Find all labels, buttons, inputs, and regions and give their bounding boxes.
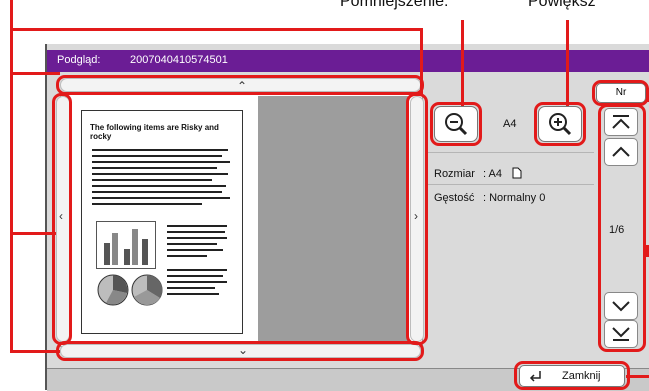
callout-label-zoom-in: Powiększ xyxy=(528,0,596,10)
callout-box-zoom-in xyxy=(534,102,586,146)
file-name: 2007040410574501 xyxy=(130,54,228,66)
callout-line-left-vertical xyxy=(10,0,13,352)
title-label: Podgląd: xyxy=(57,54,101,66)
info-separator-top xyxy=(428,152,594,153)
callout-box-close xyxy=(514,361,630,390)
callout-box-scroll-right xyxy=(406,93,428,345)
callout-box-nr xyxy=(592,80,649,106)
callout-line-left-bottom xyxy=(10,350,60,353)
callout-line-zoom-in xyxy=(566,20,569,106)
page-icon xyxy=(512,167,522,179)
document-page: The following items are Risky and rocky xyxy=(81,110,243,334)
callout-box-scroll-up xyxy=(56,75,424,95)
callout-label-zoom-out: Pomniejszenie: xyxy=(340,0,449,10)
callout-line-left-scroll xyxy=(10,232,56,235)
pie-chart-figure-1 xyxy=(97,274,129,306)
callout-box-scroll-left xyxy=(52,93,72,345)
callout-line-left-top xyxy=(10,28,422,31)
pie-chart-figure-2 xyxy=(131,274,163,306)
info-separator-mid xyxy=(428,184,594,185)
callout-box-nav xyxy=(598,104,646,352)
size-label: Rozmiar xyxy=(434,168,475,180)
callout-line-zoom-out xyxy=(461,20,464,106)
callout-box-scroll-down xyxy=(56,341,424,361)
size-value: : A4 xyxy=(483,168,502,180)
next-page-preview xyxy=(258,96,408,342)
density-label: Gęstość xyxy=(434,192,475,204)
callout-line-left-mid xyxy=(10,72,60,75)
paper-size-label: A4 xyxy=(503,118,517,130)
bar-chart-figure xyxy=(96,221,156,269)
callout-box-zoom-out xyxy=(430,102,482,146)
title-bar: Podgląd: 2007040410574501 xyxy=(47,50,649,72)
density-value: : Normalny 0 xyxy=(483,192,546,204)
